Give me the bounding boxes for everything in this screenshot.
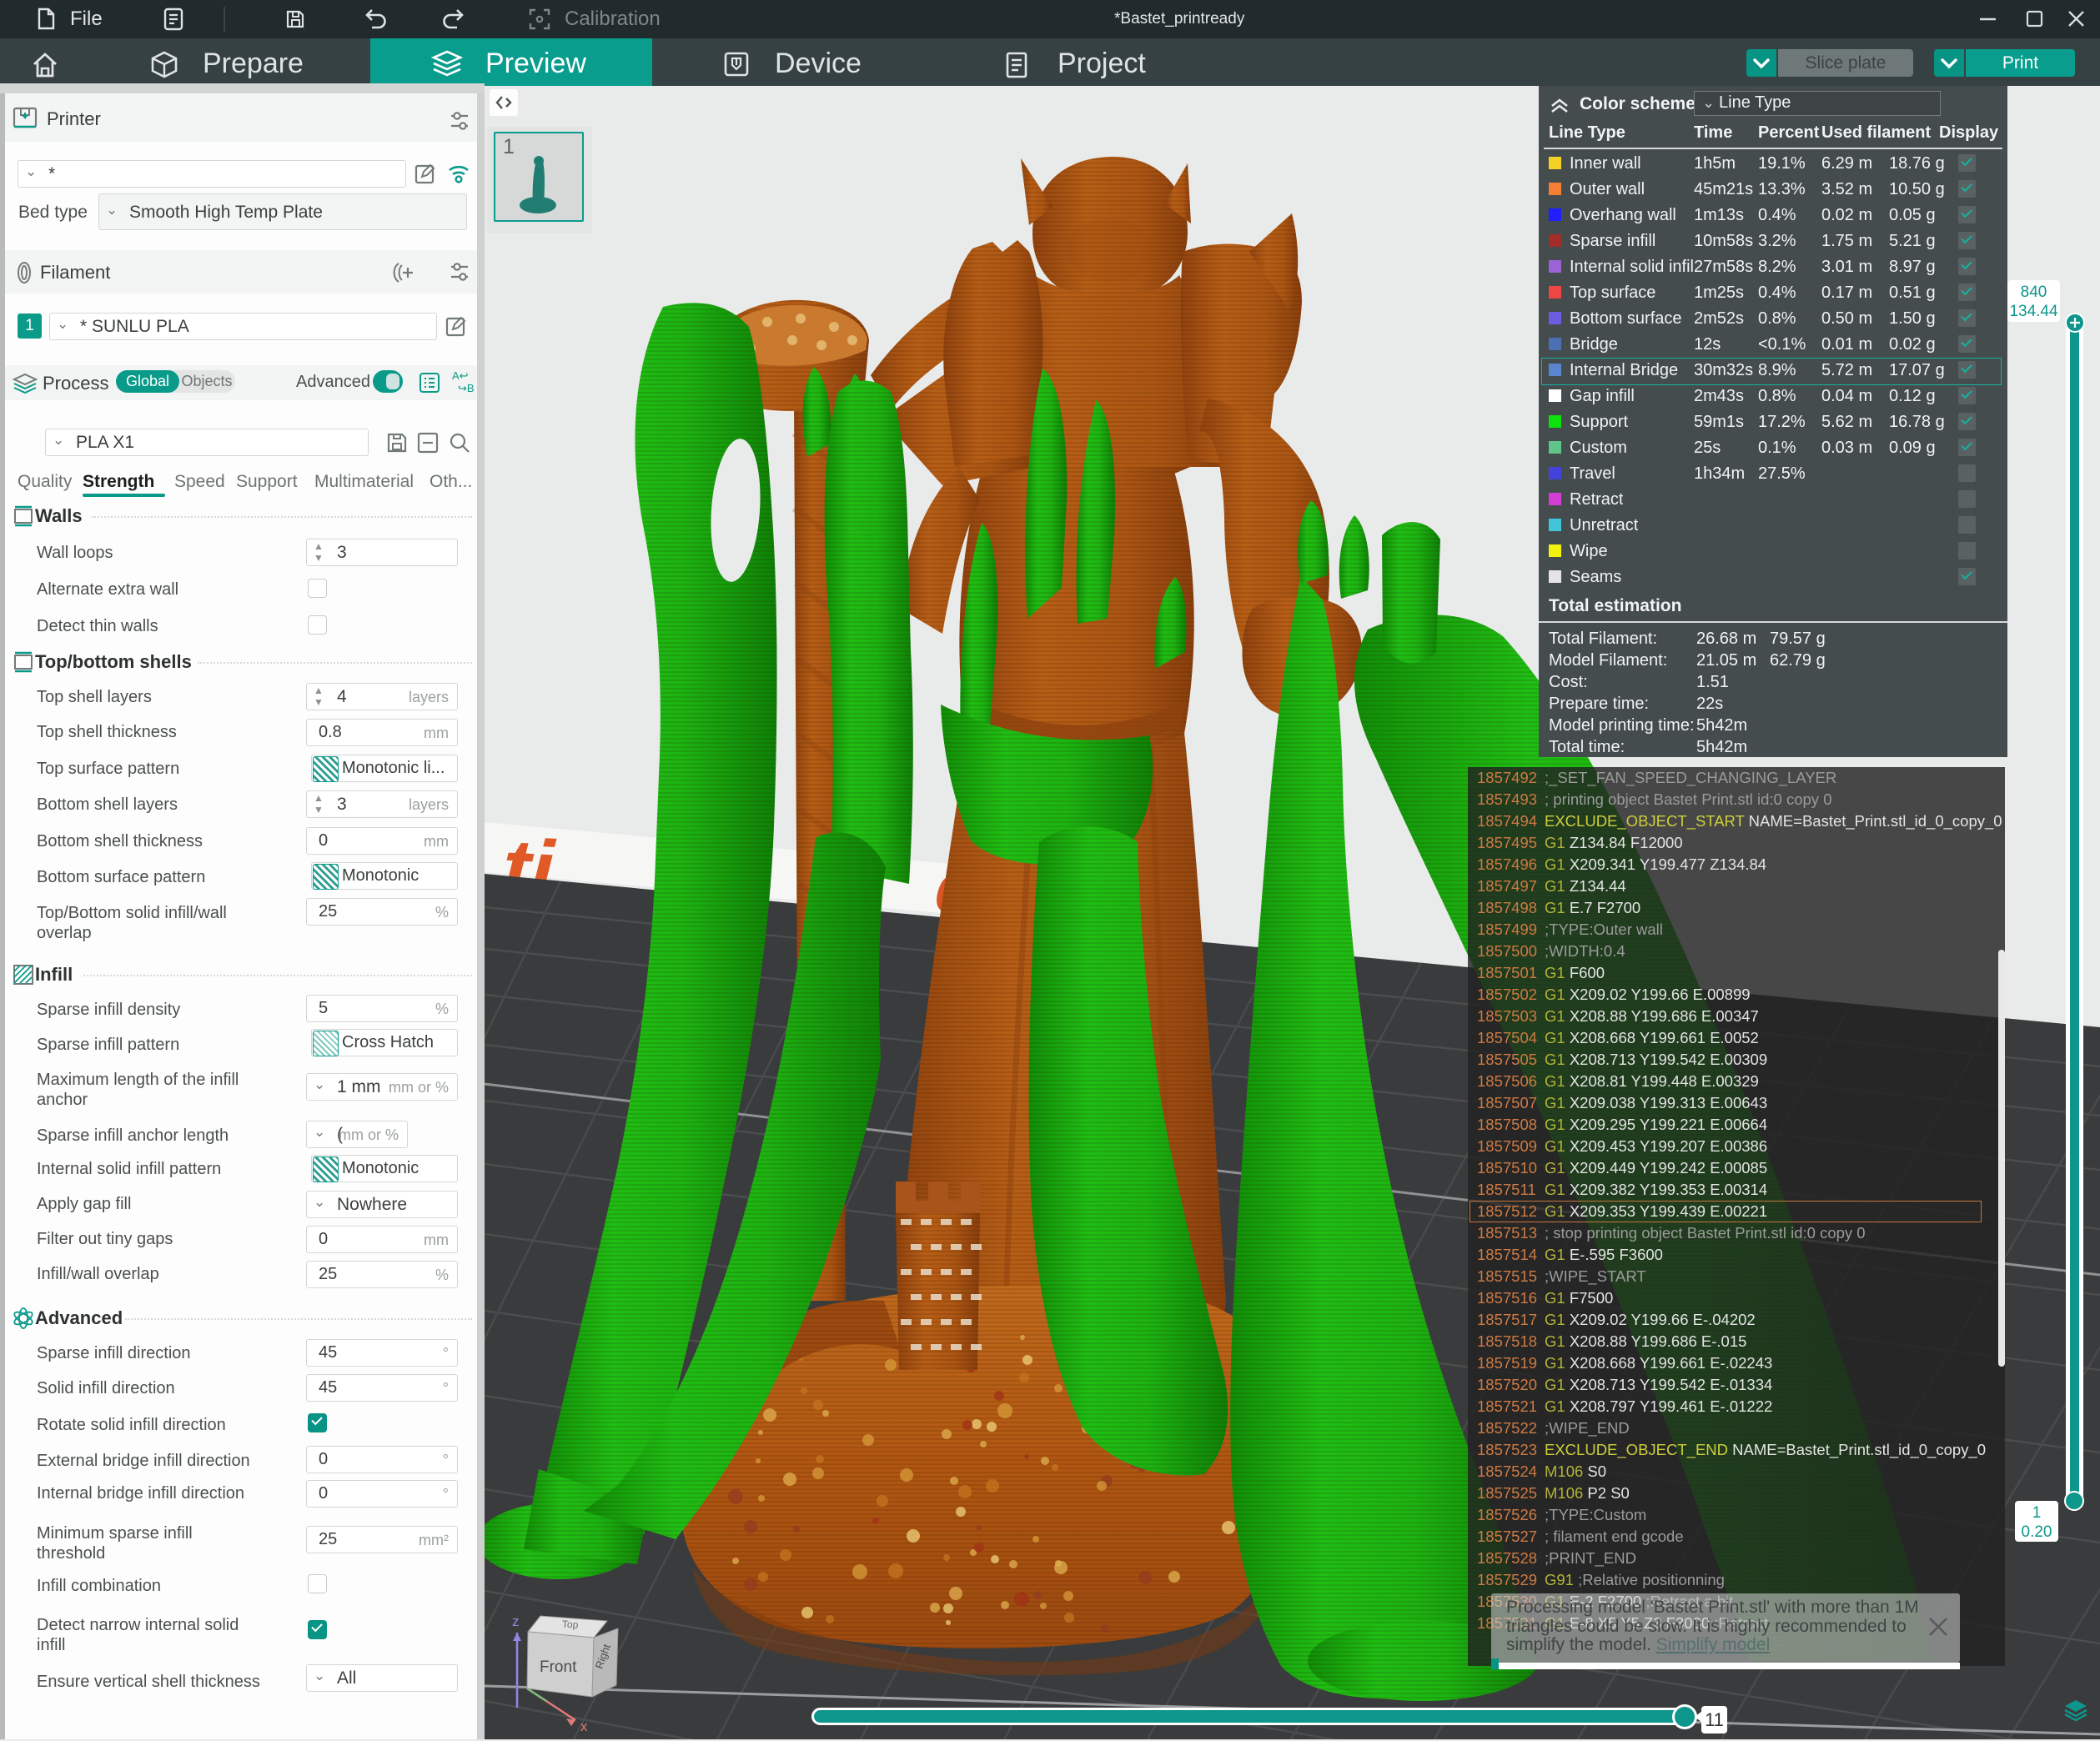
- svg-text:z: z: [512, 1613, 520, 1629]
- svg-text:A↩: A↩: [452, 369, 469, 382]
- svg-text:x: x: [580, 1718, 588, 1734]
- svg-text:Top: Top: [562, 1618, 579, 1631]
- svg-text:Front: Front: [540, 1658, 577, 1676]
- svg-text:↪B: ↪B: [458, 382, 475, 394]
